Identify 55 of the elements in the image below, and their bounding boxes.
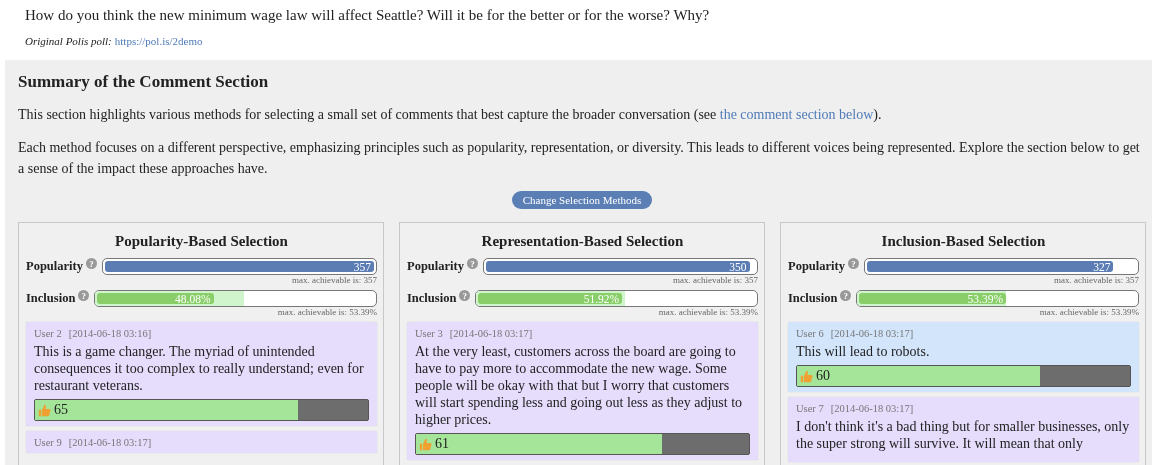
comment-user: User 3 — [415, 328, 443, 339]
change-methods-button[interactable]: Change Selection Methods — [511, 191, 653, 209]
comment-text: This will lead to robots. — [796, 343, 931, 360]
comment-time: [2014-06-18 03:16] — [68, 328, 152, 339]
question-text: How do you think the new minimum wage law will affect Seattle? Will it be for the better or for the worse? Why? — [24, 6, 711, 25]
method-title: Representation-Based Selection — [480, 233, 685, 250]
thumbs-up-icon — [38, 403, 51, 417]
metric-label: Popularity — [788, 259, 845, 274]
comment-user: User 6 — [796, 328, 824, 339]
comment-text: This is a game changer. The myriad of unintended consequences it too complex to really understand; even for restaurant veterans. — [34, 343, 365, 394]
help-icon[interactable]: ? — [85, 258, 97, 269]
metric-label: Inclusion — [788, 291, 838, 306]
help-icon[interactable]: ? — [840, 290, 852, 301]
metric-value: 53.39% — [967, 292, 1004, 305]
vote-count: 65 — [54, 402, 68, 418]
metric-label: Popularity — [26, 259, 83, 274]
max-note: max. achievable is: 53.39% — [276, 307, 377, 317]
max-note: max. achievable is: 53.39% — [1038, 307, 1139, 317]
comment-user: User 9 — [34, 437, 62, 448]
comment-text: I don't think it's a bad thing but for smaller businesses, only the super strong will survive. It will mean that only — [796, 418, 1131, 452]
metric-value: 350 — [729, 260, 748, 273]
max-note: max. achievable is: 357 — [672, 275, 758, 285]
comment-user: User 2 — [34, 328, 62, 339]
comment-section-link[interactable]: the comment section below — [719, 107, 874, 122]
comment-text: At the very least, customers across the board are going to have to pay more to accommodate the new wage. Some people will be okay with that but I worry that customers will start spending less and going out less as they adjust to higher prices. — [415, 343, 744, 428]
poll-label: Original Polis poll: — [25, 35, 112, 47]
intro-text: This section highlights various methods for selecting a small set of comments that best capture the broader conversation (see the comment section below). — [18, 106, 883, 124]
vote-count: 61 — [435, 436, 449, 452]
metric-value: 51.92% — [583, 292, 621, 305]
comment-time: [2014-06-18 03:17] — [830, 328, 914, 339]
summary-title: Summary of the Comment Section — [18, 72, 270, 92]
metric-value: 327 — [1093, 260, 1112, 273]
help-icon[interactable]: ? — [847, 258, 859, 269]
metric-value: 48.08% — [175, 292, 212, 305]
poll-link[interactable]: https://pol.is/2demo — [114, 35, 203, 47]
help-icon[interactable]: ? — [78, 290, 90, 301]
help-icon[interactable]: ? — [459, 290, 471, 301]
comment-time: [2014-06-18 03:17] — [68, 437, 152, 448]
description-text: Each method focuses on a different perspective, emphasizing principles such as popularity, representation, or diversity. This leads to different voices being represented. Explore the section below to get a sense of the impact these approaches have. — [18, 139, 1141, 178]
method-title: Popularity-Based Selection — [114, 233, 289, 250]
max-note: max. achievable is: 357 — [291, 275, 377, 285]
thumbs-up-icon — [800, 369, 813, 383]
metric-value: 357 — [353, 260, 372, 273]
comment-user: User 7 — [796, 403, 824, 414]
method-title: Inclusion-Based Selection — [880, 233, 1047, 250]
help-icon[interactable]: ? — [466, 258, 478, 269]
metric-label: Inclusion — [407, 291, 457, 306]
thumbs-up-icon — [419, 437, 432, 451]
max-note: max. achievable is: 357 — [1053, 275, 1139, 285]
metric-label: Popularity — [407, 259, 464, 274]
metric-label: Inclusion — [26, 291, 76, 306]
max-note: max. achievable is: 53.39% — [657, 307, 758, 317]
comment-time: [2014-06-18 03:17] — [830, 403, 914, 414]
vote-count: 60 — [816, 368, 830, 384]
comment-time: [2014-06-18 03:17] — [449, 328, 533, 339]
